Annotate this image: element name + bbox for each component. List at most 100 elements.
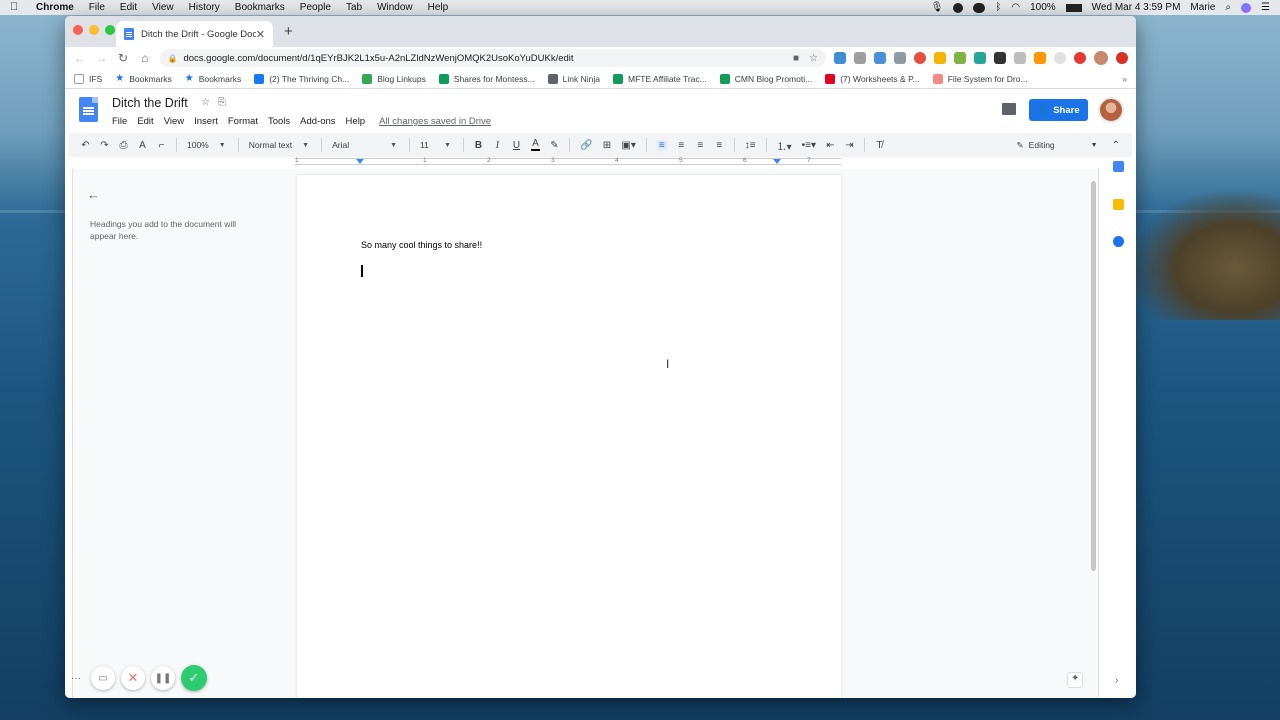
creative-cloud-icon[interactable]: [953, 2, 964, 13]
calendar-icon[interactable]: [1113, 161, 1124, 172]
tasks-icon[interactable]: [1113, 236, 1124, 247]
align-left-icon[interactable]: ≡: [656, 139, 667, 151]
finish-recording-icon[interactable]: ✓: [181, 665, 207, 691]
notification-center-icon[interactable]: ☰: [1261, 2, 1270, 13]
link-icon[interactable]: 🔗: [580, 140, 592, 151]
docs-menu-insert[interactable]: Insert: [194, 116, 218, 127]
bookmark-item[interactable]: ★ Bookmarks: [115, 73, 171, 84]
vertical-ruler[interactable]: [65, 169, 73, 698]
grammarly-icon[interactable]: [1073, 52, 1086, 64]
zoom-window-button[interactable]: [105, 25, 115, 35]
bookmark-star-icon[interactable]: ☆: [809, 53, 818, 64]
document-page[interactable]: So many cool things to share!! I: [297, 175, 841, 698]
reload-icon[interactable]: ↻: [116, 51, 130, 65]
spotlight-icon[interactable]: ⌕: [1225, 2, 1231, 13]
extension-icon[interactable]: [833, 52, 846, 64]
keep-icon[interactable]: [1113, 199, 1124, 210]
docs-menu-file[interactable]: File: [112, 116, 127, 127]
address-bar[interactable]: 🔒 docs.google.com/document/d/1qEYrBJK2L1…: [159, 49, 826, 67]
docs-menu-format[interactable]: Format: [228, 116, 258, 127]
highlight-color-icon[interactable]: ✎: [550, 140, 559, 151]
insert-image-icon[interactable]: ▣▾: [621, 140, 635, 151]
docs-menu-tools[interactable]: Tools: [268, 116, 290, 127]
right-indent-marker[interactable]: [773, 159, 781, 164]
bookmark-item[interactable]: CMN Blog Promoti...: [719, 73, 812, 84]
extension-icon[interactable]: [1013, 52, 1026, 64]
forward-icon[interactable]: →: [95, 51, 109, 65]
lock-icon[interactable]: 🔒: [168, 54, 178, 63]
extension-icon[interactable]: [953, 52, 966, 64]
menu-history[interactable]: History: [189, 2, 220, 13]
font-size-select[interactable]: 11 ▼: [420, 140, 451, 150]
menu-people[interactable]: People: [300, 2, 331, 13]
spellcheck-icon[interactable]: A: [138, 140, 147, 151]
undo-icon[interactable]: ↶: [81, 140, 90, 151]
font-select[interactable]: Arial ▼: [332, 140, 397, 150]
bookmarks-overflow-icon[interactable]: »: [1122, 74, 1127, 84]
menu-file[interactable]: File: [89, 2, 105, 13]
docs-menu-help[interactable]: Help: [346, 116, 366, 127]
redo-icon[interactable]: ↷: [100, 140, 109, 151]
menu-tab[interactable]: Tab: [346, 2, 362, 13]
style-select[interactable]: Normal text ▼: [249, 140, 309, 150]
chevron-up-icon[interactable]: ⌃: [1112, 140, 1120, 151]
back-icon[interactable]: ←: [73, 51, 87, 65]
wifi-icon[interactable]: ◠: [1011, 2, 1020, 13]
add-comment-icon[interactable]: ⊞: [602, 140, 611, 151]
tab-ditch-the-drift[interactable]: Ditch the Drift - Google Docs ✕: [116, 21, 273, 47]
menu-help[interactable]: Help: [428, 2, 449, 13]
cloud-icon[interactable]: [973, 2, 986, 13]
print-icon[interactable]: ⎙: [119, 140, 128, 151]
paint-format-icon[interactable]: ⌐: [157, 140, 166, 151]
calendar-extension-icon[interactable]: [933, 52, 946, 64]
line-spacing-icon[interactable]: ↕≡: [745, 140, 756, 151]
profile-avatar[interactable]: [1093, 51, 1108, 65]
bookmark-item[interactable]: Blog Linkups: [362, 73, 426, 84]
extension-icon[interactable]: [893, 52, 906, 64]
pause-recording-icon[interactable]: ❚❚: [151, 666, 175, 690]
align-center-icon[interactable]: ≡: [677, 140, 686, 151]
bookmark-item[interactable]: (7) Worksheets & P...: [825, 73, 920, 84]
numbered-list-icon[interactable]: ⒈▾: [777, 138, 792, 153]
docs-menu-edit[interactable]: Edit: [137, 116, 153, 127]
menu-edit[interactable]: Edit: [120, 2, 137, 13]
more-options-icon[interactable]: ···: [71, 673, 81, 684]
body-paragraph[interactable]: So many cool things to share!!: [361, 240, 482, 250]
bookmark-item[interactable]: IFS: [74, 73, 102, 84]
menu-icon[interactable]: [1115, 52, 1128, 64]
bluetooth-icon[interactable]: ᛒ: [995, 2, 1001, 13]
minimize-window-button[interactable]: [89, 25, 99, 35]
decrease-indent-icon[interactable]: ⇤: [826, 140, 835, 151]
battery-icon[interactable]: [1065, 3, 1082, 12]
document-title[interactable]: Ditch the Drift: [112, 96, 188, 110]
vertical-scrollbar[interactable]: [1091, 181, 1096, 571]
explore-button[interactable]: [1067, 672, 1083, 688]
clear-formatting-icon[interactable]: T̸: [875, 140, 884, 151]
camera-icon[interactable]: ■: [793, 53, 799, 64]
extension-icon[interactable]: [853, 52, 866, 64]
google-docs-logo-icon[interactable]: [79, 97, 98, 122]
beta-extension-icon[interactable]: [973, 52, 986, 64]
underline-icon[interactable]: U: [512, 140, 521, 151]
extension-icon[interactable]: [1053, 52, 1066, 64]
tab-close-icon[interactable]: ✕: [256, 28, 265, 41]
apple-icon[interactable]: : [10, 2, 20, 13]
url-text[interactable]: docs.google.com/document/d/1qEYrBJK2L1x5…: [183, 53, 782, 64]
bulleted-list-icon[interactable]: •≡▾: [802, 140, 816, 151]
chevron-right-icon[interactable]: ›: [1115, 675, 1118, 686]
extension-icon[interactable]: [913, 52, 926, 64]
bookmark-item[interactable]: Link Ninja: [547, 73, 600, 84]
extension-icon[interactable]: [1033, 52, 1046, 64]
move-folder-icon[interactable]: ⎘: [218, 97, 226, 108]
new-tab-button[interactable]: +: [284, 23, 293, 40]
microphone-icon[interactable]: 🎙: [931, 2, 944, 13]
menu-view[interactable]: View: [152, 2, 174, 13]
user-name[interactable]: Marie: [1190, 2, 1215, 13]
docs-menu-addons[interactable]: Add-ons: [300, 116, 335, 127]
italic-icon[interactable]: I: [493, 140, 502, 151]
docs-menu-view[interactable]: View: [164, 116, 184, 127]
home-icon[interactable]: ⌂: [138, 51, 152, 65]
bookmark-item[interactable]: (2) The Thriving Ch...: [254, 73, 349, 84]
close-outline-arrow-icon[interactable]: ←: [87, 187, 100, 202]
clock[interactable]: Wed Mar 4 3:59 PM: [1092, 2, 1181, 13]
